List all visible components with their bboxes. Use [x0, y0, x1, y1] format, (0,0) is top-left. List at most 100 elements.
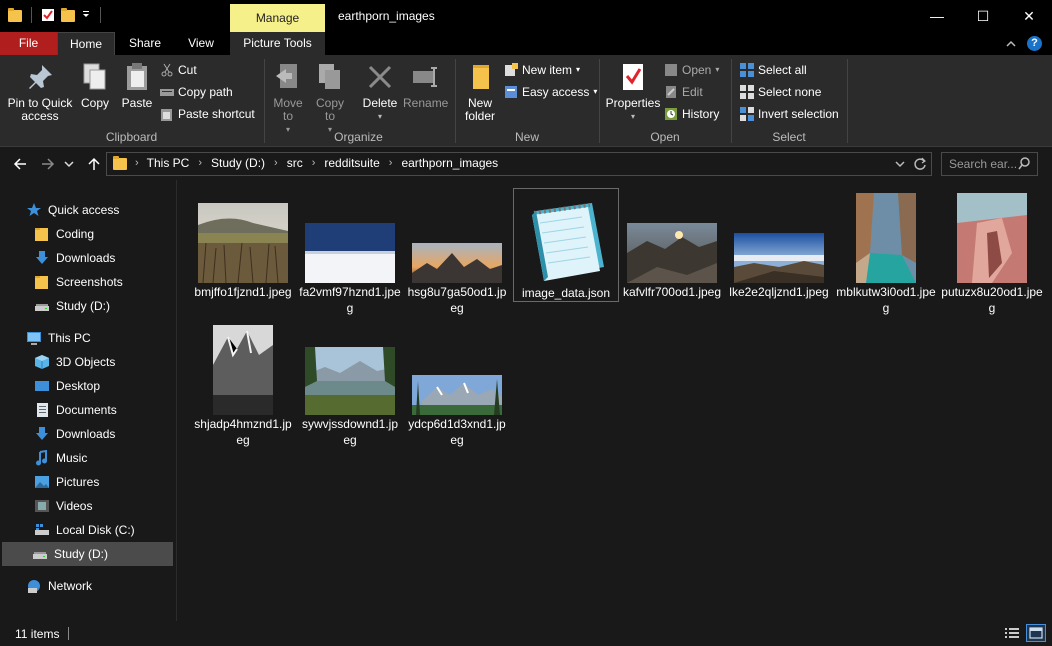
easy-access-icon — [504, 85, 518, 99]
file-item[interactable]: putuzx8u20od1.jpeg — [939, 188, 1045, 316]
breadcrumb-separator[interactable]: › — [274, 157, 278, 169]
open-icon — [664, 63, 678, 77]
delete-label: Delete — [362, 96, 398, 110]
properties-icon[interactable] — [41, 8, 55, 22]
breadcrumb-this-pc[interactable]: This PC — [147, 156, 190, 170]
breadcrumb-earthporn-images[interactable]: earthporn_images — [401, 156, 498, 170]
properties-button[interactable]: Properties ▾ — [604, 61, 662, 123]
drive-icon — [32, 546, 48, 562]
tab-file[interactable]: File — [0, 32, 57, 55]
customize-toolbar-icon[interactable] — [81, 8, 91, 22]
nav-label: Quick access — [48, 203, 120, 217]
nav-item-downloads-pc[interactable]: Downloads — [2, 422, 173, 446]
file-item[interactable]: sywvjssdownd1.jpeg — [297, 320, 403, 448]
breadcrumb-separator[interactable]: › — [389, 157, 393, 169]
file-item[interactable]: lke2e2qljznd1.jpeg — [726, 188, 832, 300]
refresh-icon[interactable] — [913, 156, 927, 172]
file-name: kafvlfr700od1.jpeg — [622, 285, 722, 299]
nav-item-music[interactable]: Music — [2, 446, 173, 470]
paste-shortcut-button[interactable]: Paste shortcut — [160, 104, 255, 124]
open-button[interactable]: Open ▾ — [664, 60, 719, 80]
easy-access-button[interactable]: Easy access ▾ — [504, 82, 597, 102]
search-box[interactable] — [941, 152, 1038, 176]
quick-access-toolbar — [8, 7, 104, 23]
nav-item-coding[interactable]: Coding — [2, 222, 173, 246]
breadcrumb-separator[interactable]: › — [312, 157, 316, 169]
pin-quick-access-button[interactable]: Pin to Quick access — [6, 61, 74, 123]
folder-icon — [34, 226, 50, 242]
breadcrumb-separator[interactable]: › — [135, 157, 139, 169]
breadcrumb-src[interactable]: src — [287, 156, 303, 170]
nav-label: Study (D:) — [54, 547, 109, 561]
forward-button[interactable] — [38, 154, 58, 174]
copy-button[interactable]: Copy — [76, 61, 114, 110]
tab-home[interactable]: Home — [57, 32, 115, 55]
nav-item-pictures[interactable]: Pictures — [2, 470, 173, 494]
collapse-ribbon-icon[interactable] — [1005, 38, 1017, 50]
manage-tab[interactable]: Manage — [230, 4, 325, 32]
back-button[interactable] — [10, 154, 30, 174]
minimize-button[interactable]: — — [914, 0, 960, 32]
file-item[interactable]: shjadp4hmznd1.jpeg — [190, 320, 296, 448]
nav-item-documents[interactable]: Documents — [2, 398, 173, 422]
file-name: mblkutw3i0od1.jpeg — [836, 285, 936, 315]
nav-item-desktop[interactable]: Desktop — [2, 374, 173, 398]
tab-picture-tools[interactable]: Picture Tools — [230, 32, 325, 55]
delete-button[interactable]: Delete ▾ — [360, 61, 400, 123]
select-none-button[interactable]: Select none — [740, 82, 821, 102]
close-button[interactable]: ✕ — [1006, 0, 1052, 32]
select-all-button[interactable]: Select all — [740, 60, 807, 80]
scissors-icon — [160, 63, 174, 77]
nav-item-local-disk[interactable]: Local Disk (C:) — [2, 518, 173, 542]
large-icons-view-button[interactable] — [1026, 624, 1046, 642]
address-bar: › This PC › Study (D:) › src › redditsui… — [0, 148, 1052, 180]
copy-path-button[interactable]: Copy path — [160, 82, 233, 102]
nav-label: Documents — [56, 403, 117, 417]
history-button[interactable]: History — [664, 104, 719, 124]
breadcrumb-redditsuite[interactable]: redditsuite — [324, 156, 379, 170]
nav-item-3d-objects[interactable]: 3D Objects — [2, 350, 173, 374]
move-to-label: Move to — [273, 96, 303, 123]
help-icon[interactable]: ? — [1027, 36, 1042, 51]
nav-item-downloads[interactable]: Downloads — [2, 246, 173, 270]
paste-button[interactable]: Paste — [116, 61, 158, 110]
nav-item-study-drive-selected[interactable]: Study (D:) — [2, 542, 173, 566]
edit-button[interactable]: Edit — [664, 82, 703, 102]
nav-item-videos[interactable]: Videos — [2, 494, 173, 518]
nav-item-this-pc[interactable]: This PC — [2, 326, 173, 350]
cut-button[interactable]: Cut — [160, 60, 197, 80]
tab-share[interactable]: Share — [117, 32, 173, 55]
new-item-button[interactable]: New item ▾ — [504, 60, 580, 80]
file-item[interactable]: hsg8u7ga50od1.jpeg — [404, 188, 510, 316]
maximize-button[interactable]: ☐ — [960, 0, 1006, 32]
copy-to-button[interactable]: Copy to ▾ — [311, 61, 349, 136]
rename-button[interactable]: Rename — [403, 61, 448, 110]
address-box[interactable]: › This PC › Study (D:) › src › redditsui… — [106, 152, 932, 176]
nav-item-study-drive[interactable]: Study (D:) — [2, 294, 173, 318]
move-to-button[interactable]: Move to ▾ — [269, 61, 307, 136]
nav-item-screenshots[interactable]: Screenshots — [2, 270, 173, 294]
file-item[interactable]: bmjffo1fjznd1.jpeg — [190, 188, 296, 300]
image-thumbnail — [305, 223, 395, 283]
file-item[interactable]: image_data.json — [513, 188, 619, 302]
folder-icon[interactable] — [8, 8, 22, 22]
tab-view[interactable]: View — [174, 32, 228, 55]
file-item[interactable]: fa2vmf97hznd1.jpeg — [297, 188, 403, 316]
address-dropdown-icon[interactable] — [895, 156, 905, 172]
details-view-button[interactable] — [1002, 624, 1022, 642]
file-item[interactable]: mblkutw3i0od1.jpeg — [833, 188, 939, 316]
up-button[interactable] — [84, 154, 104, 174]
breadcrumb-separator[interactable]: › — [198, 157, 202, 169]
recent-locations-button[interactable] — [62, 154, 76, 174]
nav-item-quick-access[interactable]: Quick access — [2, 198, 173, 222]
file-item[interactable]: kafvlfr700od1.jpeg — [619, 188, 725, 300]
history-icon — [664, 107, 678, 121]
breadcrumb-study-drive[interactable]: Study (D:) — [211, 156, 265, 170]
new-folder-icon[interactable] — [61, 8, 75, 22]
file-item[interactable]: ydcp6d1d3xnd1.jpeg — [404, 320, 510, 448]
search-input[interactable] — [949, 157, 1019, 171]
edit-label: Edit — [682, 85, 703, 99]
new-folder-button[interactable]: New folder — [460, 61, 500, 123]
invert-selection-button[interactable]: Invert selection — [740, 104, 839, 124]
nav-item-network[interactable]: Network — [2, 574, 173, 598]
